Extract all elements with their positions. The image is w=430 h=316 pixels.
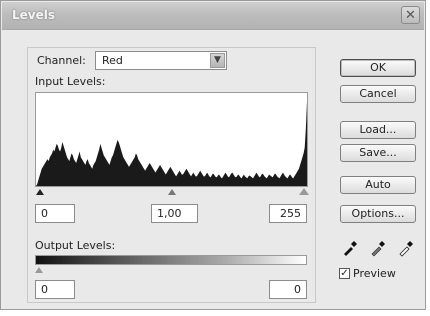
input-black-slider[interactable] [36,189,44,195]
ok-button[interactable]: OK [340,59,416,77]
preview-label[interactable]: Preview [353,267,396,280]
dialog-title: Levels [12,8,56,22]
histogram-graph [36,101,307,186]
input-gamma-slider[interactable] [168,189,176,195]
histogram-area [36,101,307,186]
title-bar[interactable]: Levels ✕ [2,2,424,30]
channel-select[interactable]: Red ▼ [95,51,227,70]
close-icon: ✕ [405,8,416,23]
levels-dialog: Levels ✕ Channel: Red ▼ Input Levels: 0 … [0,0,426,310]
output-gradient-bar [35,255,307,265]
histogram [35,92,308,187]
preview-checkbox[interactable]: ✓ [339,268,350,279]
auto-button[interactable]: Auto [340,176,416,194]
output-levels-label: Output Levels: [35,239,116,252]
save-button[interactable]: Save... [340,144,416,162]
input-black-field[interactable]: 0 [35,204,75,223]
black-eyedropper-icon[interactable] [341,239,359,257]
cancel-button[interactable]: Cancel [340,85,416,103]
chevron-down-icon: ▼ [210,53,225,68]
input-levels-label: Input Levels: [35,75,106,88]
output-white-field[interactable]: 0 [269,280,307,299]
output-black-field[interactable]: 0 [35,280,75,299]
input-white-field[interactable]: 255 [269,204,307,223]
white-eyedropper-icon[interactable] [397,239,415,257]
options-button[interactable]: Options... [340,205,416,223]
output-black-slider[interactable] [35,267,43,273]
input-white-slider[interactable] [299,188,309,195]
channel-label: Channel: [37,54,86,67]
close-button[interactable]: ✕ [401,6,420,24]
channel-value: Red [102,54,123,67]
load-button[interactable]: Load... [340,121,416,139]
check-icon: ✓ [340,268,349,279]
input-gamma-field[interactable]: 1,00 [151,204,198,223]
gray-eyedropper-icon[interactable] [369,239,387,257]
